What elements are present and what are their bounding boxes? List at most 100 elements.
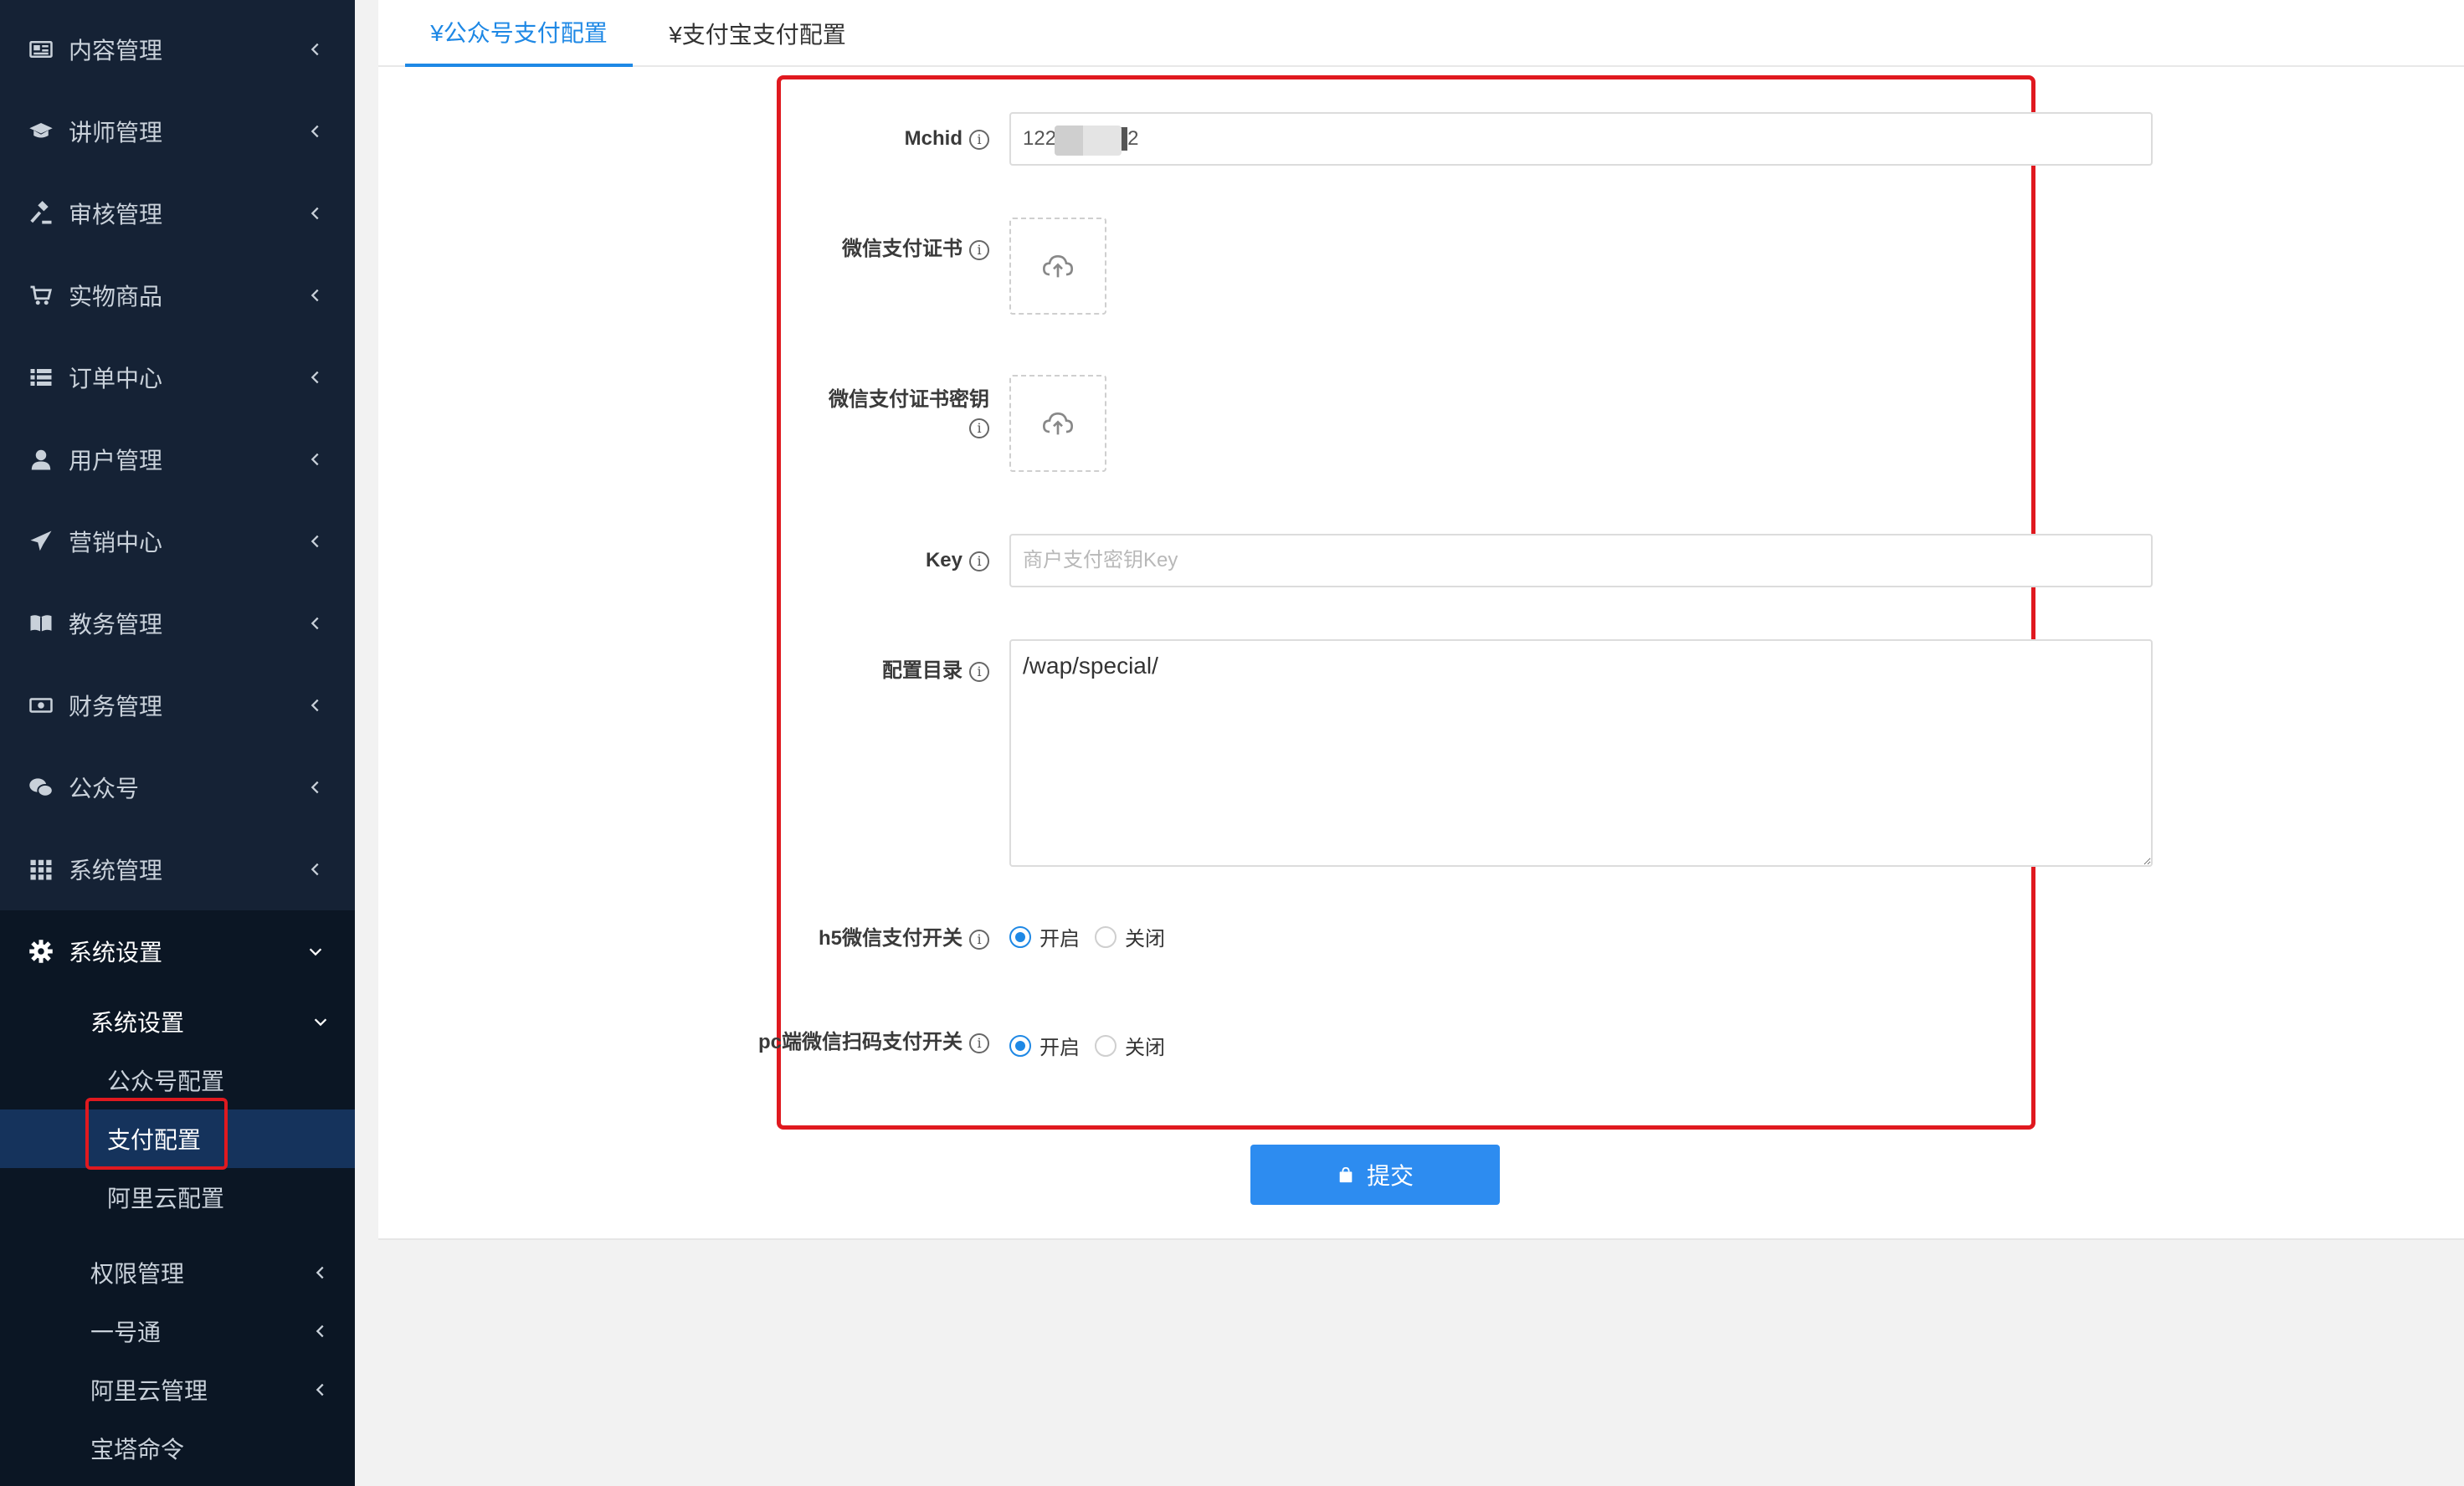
- submenu-item-label: 一号通: [90, 1319, 162, 1345]
- h5-switch-off-radio[interactable]: 关闭: [1095, 922, 1165, 951]
- list-icon: [27, 363, 55, 392]
- key-label: Key i: [412, 547, 989, 574]
- sidebar-item-system-settings[interactable]: 系统设置: [0, 910, 355, 992]
- radio-label: 关闭: [1125, 928, 1165, 951]
- submenu-group-system-settings[interactable]: 系统设置: [90, 992, 341, 1051]
- mchid-label: Mchid i: [412, 126, 989, 152]
- submenu-item-yihaotong[interactable]: 一号通: [90, 1302, 341, 1360]
- radio-dot[interactable]: [1095, 925, 1116, 948]
- field-label-text: Mchid: [904, 127, 963, 150]
- h5-switch-label: h5微信支付开关 i: [412, 925, 989, 952]
- grid-icon: [27, 855, 55, 884]
- sidebar-item-label: 系统管理: [69, 858, 163, 884]
- info-icon: i: [969, 129, 989, 150]
- chevron-left-icon: [316, 1266, 324, 1279]
- cert-key-upload[interactable]: [1009, 375, 1106, 472]
- book-icon: [27, 609, 55, 638]
- info-icon: i: [969, 239, 989, 260]
- gear-icon: [27, 937, 55, 966]
- h5-switch-group: 开启 关闭: [1009, 922, 1180, 951]
- radio-label: 开启: [1040, 928, 1080, 951]
- cloud-upload-icon: [1042, 254, 1074, 278]
- field-label-text: h5微信支付开关: [818, 927, 963, 950]
- field-label-text: pc端微信扫码支付开关: [757, 1031, 963, 1053]
- bag-icon: [1339, 1166, 1353, 1183]
- tab-alipay[interactable]: ¥支付宝支付配置: [648, 0, 867, 67]
- chevron-left-icon: [311, 207, 319, 220]
- submit-button[interactable]: 提交: [1250, 1145, 1500, 1205]
- radio-dot[interactable]: [1009, 925, 1031, 948]
- sidebar-item-goods[interactable]: 实物商品: [0, 254, 355, 336]
- pc-switch-off-radio[interactable]: 关闭: [1095, 1031, 1165, 1060]
- sidebar-item-finance[interactable]: 财务管理: [0, 664, 355, 746]
- field-label-text: 微信支付证书: [842, 238, 963, 260]
- info-icon: i: [969, 418, 989, 438]
- submenu-item-payment-config[interactable]: 支付配置: [0, 1109, 355, 1168]
- highlight-annotation: [777, 75, 2035, 1130]
- chevron-down-icon: [309, 948, 322, 956]
- pc-switch-on-radio[interactable]: 开启: [1009, 1031, 1080, 1060]
- sidebar-item-users[interactable]: 用户管理: [0, 418, 355, 500]
- h5-switch-on-radio[interactable]: 开启: [1009, 922, 1080, 951]
- submenu-group-label: 系统设置: [90, 1010, 185, 1036]
- radio-dot[interactable]: [1009, 1034, 1031, 1057]
- sidebar-item-label: 讲师管理: [69, 120, 163, 146]
- chevron-left-icon: [311, 781, 319, 794]
- money-icon: [27, 691, 55, 720]
- mchid-input[interactable]: [1009, 112, 2153, 166]
- tab-bar: ¥公众号支付配置 ¥支付宝支付配置: [378, 0, 2464, 67]
- sidebar-item-label: 教务管理: [69, 612, 163, 638]
- chevron-left-icon: [311, 535, 319, 548]
- radio-label: 开启: [1040, 1037, 1080, 1059]
- chevron-left-icon: [311, 863, 319, 876]
- cert-upload[interactable]: [1009, 218, 1106, 315]
- cert-label: 微信支付证书 i: [412, 236, 989, 263]
- submenu-item-baota[interactable]: 宝塔命令: [90, 1419, 341, 1478]
- info-icon: i: [969, 1033, 989, 1053]
- redaction-mask: [1055, 126, 1122, 156]
- sidebar-item-wechat[interactable]: 公众号: [0, 746, 355, 828]
- sidebar-item-review[interactable]: 审核管理: [0, 172, 355, 254]
- radio-label: 关闭: [1125, 1037, 1165, 1059]
- chevron-left-icon: [316, 1325, 324, 1338]
- key-input[interactable]: [1009, 534, 2153, 587]
- info-icon: i: [969, 551, 989, 571]
- sidebar-item-system-manage[interactable]: 系统管理: [0, 828, 355, 910]
- submenu-item-aliyun-manage[interactable]: 阿里云管理: [90, 1360, 341, 1419]
- submenu-item-label: 阿里云管理: [90, 1378, 208, 1404]
- sidebar-item-academic[interactable]: 教务管理: [0, 582, 355, 664]
- submenu-item-label: 宝塔命令: [90, 1437, 185, 1463]
- chevron-left-icon: [311, 371, 319, 384]
- chevron-left-icon: [316, 1383, 324, 1396]
- chevron-down-icon: [314, 1018, 327, 1027]
- dir-textarea[interactable]: /wap/special/: [1009, 639, 2153, 867]
- sidebar-item-label: 公众号: [69, 776, 140, 802]
- sidebar-item-label: 用户管理: [69, 448, 163, 474]
- sidebar-item-label: 内容管理: [69, 38, 163, 64]
- sidebar: 内容管理 讲师管理 审核管理 实物商品 订单中心 用户管理 营销中心 教务管理 …: [0, 0, 355, 1486]
- submenu-item-label: 支付配置: [107, 1127, 202, 1153]
- tab-wechat-pay[interactable]: ¥公众号支付配置: [405, 0, 633, 67]
- submenu-item-permissions[interactable]: 权限管理: [90, 1243, 341, 1302]
- submit-label: 提交: [1366, 1163, 1414, 1189]
- tab-label: ¥支付宝支付配置: [669, 22, 846, 48]
- sidebar-item-orders[interactable]: 订单中心: [0, 336, 355, 418]
- radio-dot[interactable]: [1095, 1034, 1116, 1057]
- sidebar-item-label: 营销中心: [69, 530, 163, 556]
- gavel-icon: [27, 199, 55, 228]
- info-icon: i: [969, 929, 989, 950]
- sidebar-item-marketing[interactable]: 营销中心: [0, 500, 355, 582]
- sidebar-item-lecturer[interactable]: 讲师管理: [0, 90, 355, 172]
- submenu-item-wechat-config[interactable]: 公众号配置: [0, 1051, 355, 1109]
- submenu-item-aliyun-config[interactable]: 阿里云配置: [0, 1168, 355, 1227]
- sidebar-item-label: 财务管理: [69, 694, 163, 720]
- graduation-cap-icon: [27, 117, 55, 146]
- field-label-text: Key: [925, 549, 963, 571]
- submenu-item-label: 阿里云配置: [107, 1186, 225, 1212]
- sidebar-item-content[interactable]: 内容管理: [0, 8, 355, 90]
- wechat-icon: [27, 773, 55, 802]
- submenu-item-label: 公众号配置: [107, 1068, 225, 1094]
- chevron-left-icon: [311, 289, 319, 302]
- paper-plane-icon: [27, 527, 55, 556]
- newspaper-icon: [27, 35, 55, 64]
